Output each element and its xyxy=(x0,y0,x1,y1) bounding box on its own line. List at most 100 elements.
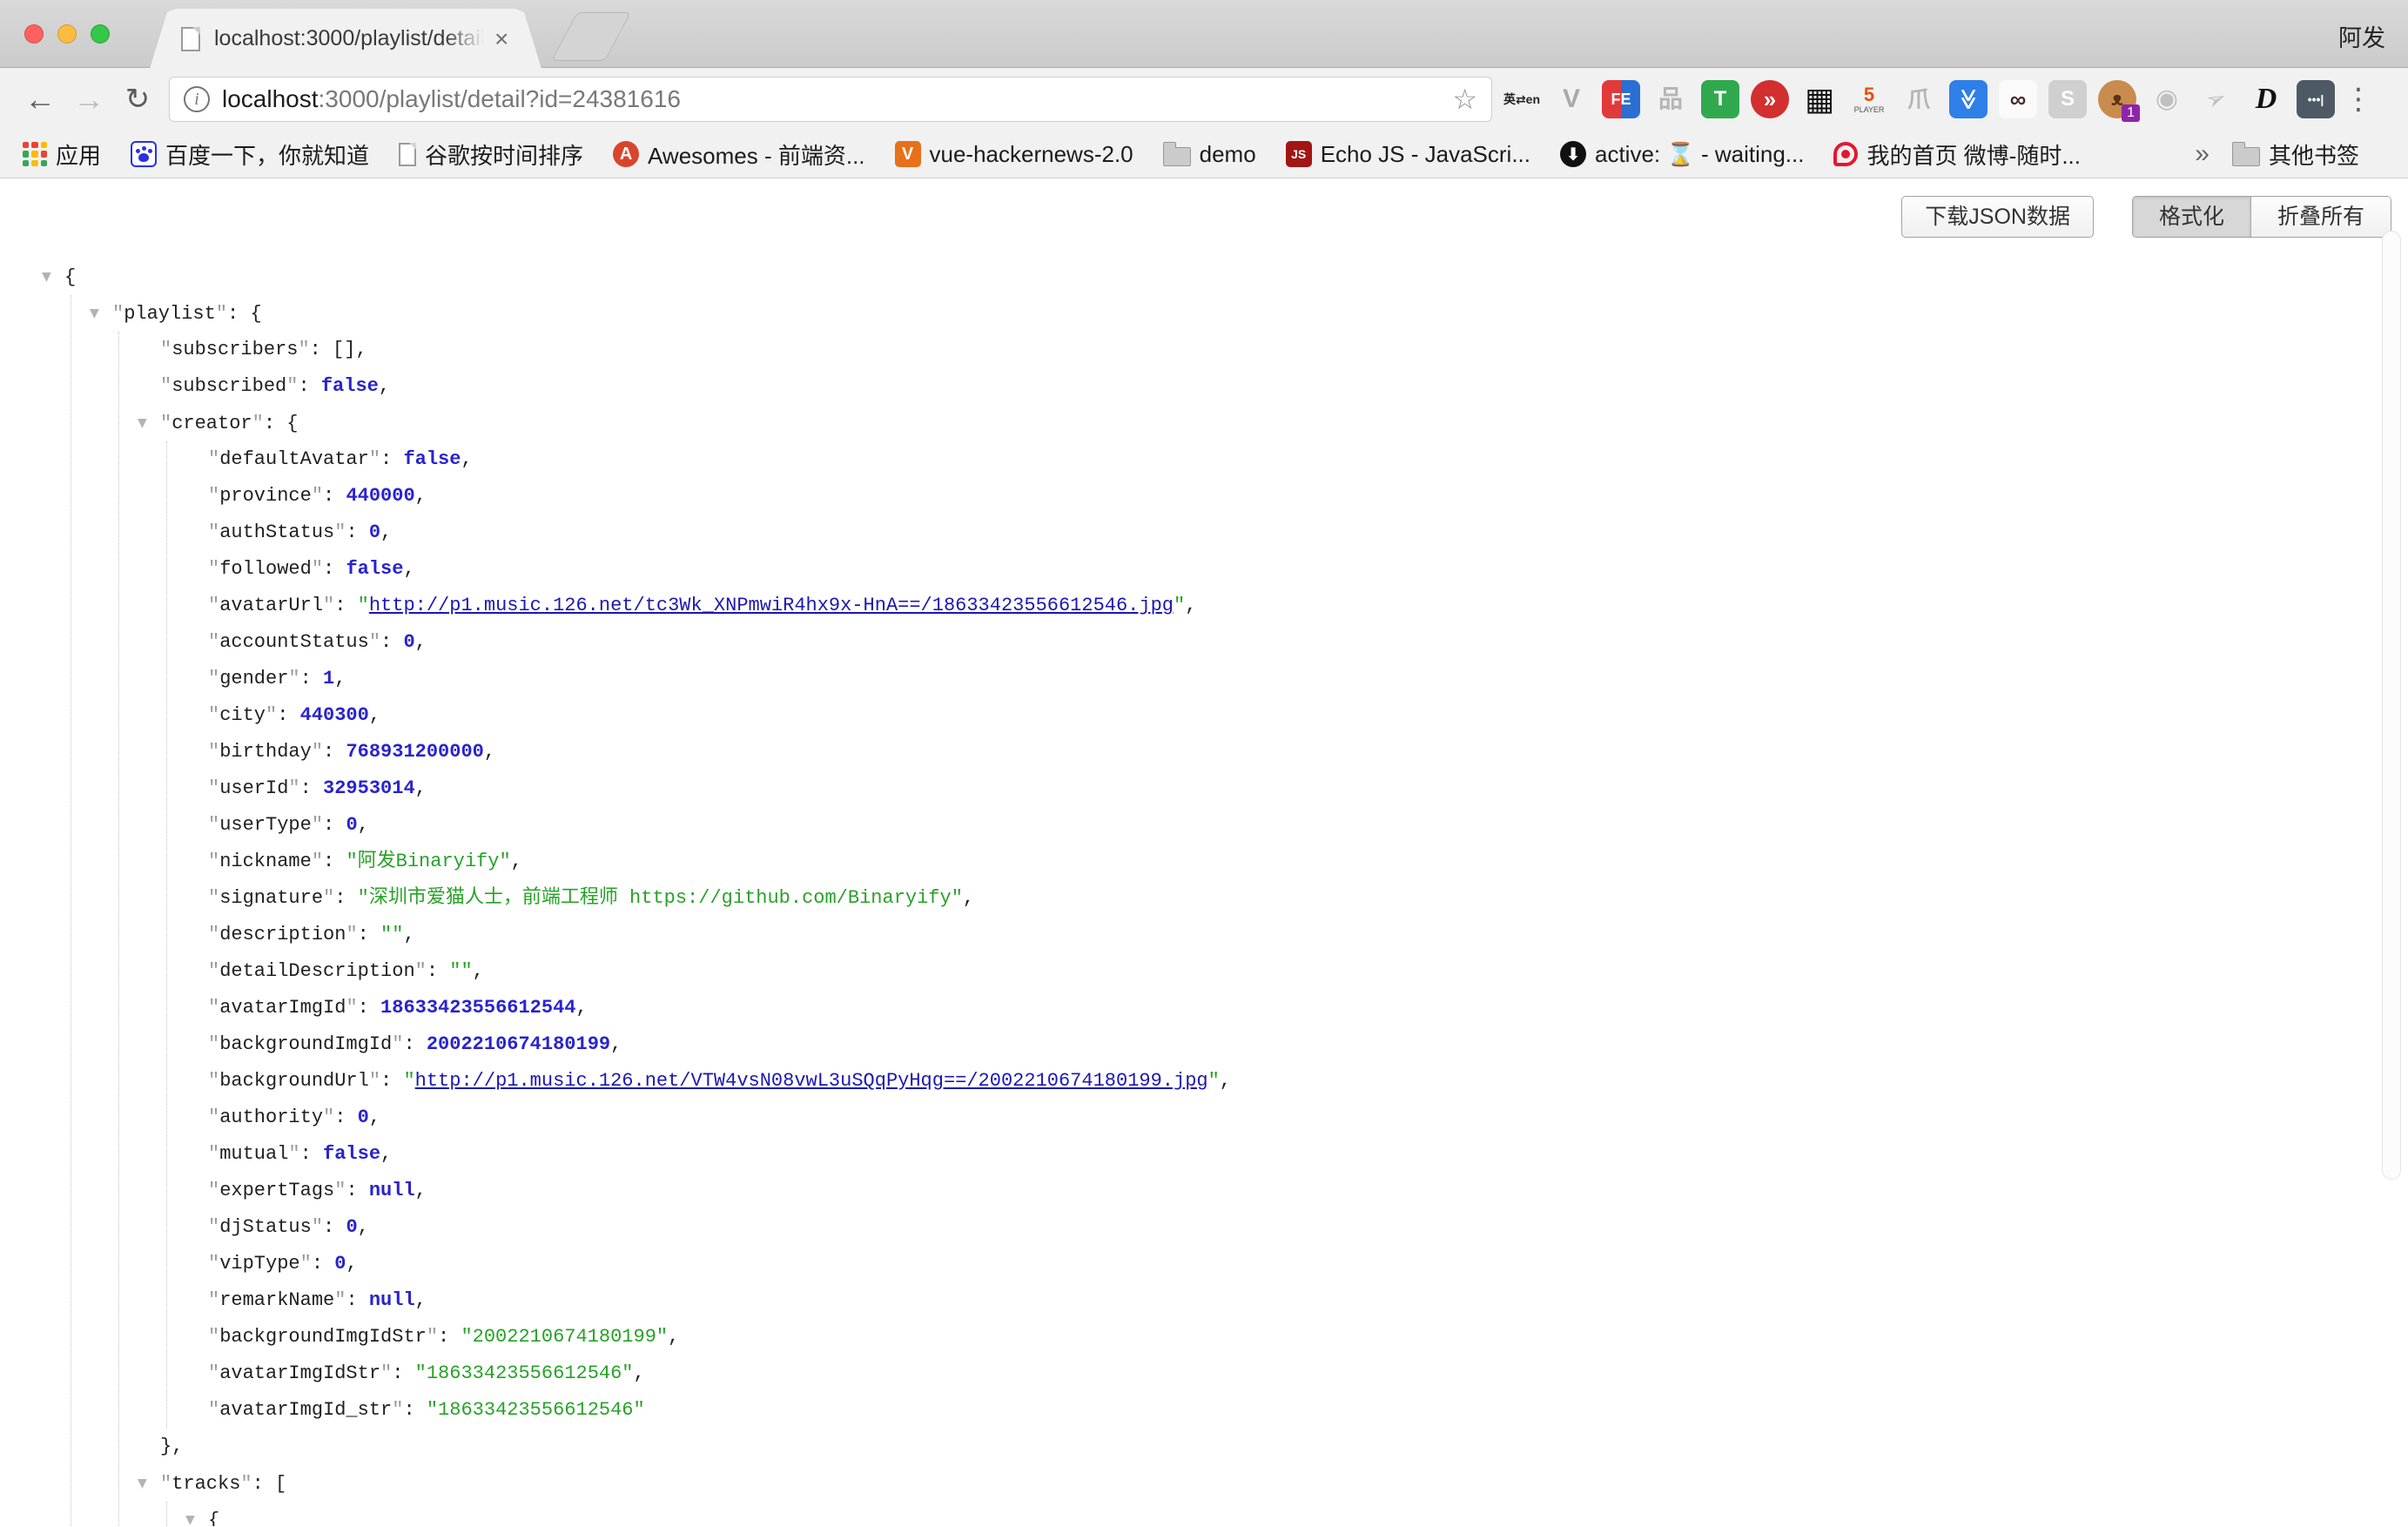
json-value: 32953014 xyxy=(323,777,415,799)
json-comma: , xyxy=(358,1216,369,1238)
json-row: ▼"creator": { xyxy=(138,405,2408,441)
json-comma: , xyxy=(963,887,974,909)
json-string-quote: " xyxy=(358,595,369,616)
json-node: ▼{▼"playlist": {"subscribers": [],"subsc… xyxy=(42,259,2408,1526)
json-colon: : xyxy=(277,704,299,726)
json-node: "detailDescription": "", xyxy=(185,953,2408,990)
json-row: "backgroundImgId": 2002210674180199, xyxy=(185,1026,2408,1063)
bookmark-star-icon[interactable]: ☆ xyxy=(1452,83,1477,116)
collapse-toggle-icon[interactable]: ▼ xyxy=(138,1465,160,1502)
reload-button[interactable]: ↻ xyxy=(113,84,162,114)
bookmark-active[interactable]: ⬇active: ⌛ - waiting... xyxy=(1560,141,1804,168)
sitemap-icon[interactable]: 品 xyxy=(1651,80,1690,118)
json-colon: : xyxy=(264,413,286,434)
tampermonkey-icon[interactable]: T xyxy=(1701,80,1739,118)
collapse-all-button[interactable]: 折叠所有 xyxy=(2251,197,2391,237)
bookmark-apps[interactable]: 应用 xyxy=(23,138,101,171)
collapse-toggle-icon[interactable]: ▼ xyxy=(90,295,112,332)
json-node: "avatarImgId_str": "18633423556612546" xyxy=(185,1392,2408,1429)
ellipsis-box-icon[interactable]: •••| xyxy=(2297,80,2335,118)
chrome-menu-icon[interactable]: ⋮ xyxy=(2344,84,2373,114)
download-json-button[interactable]: 下载JSON数据 xyxy=(1901,196,2094,238)
json-row: "signature": "深圳市爱猫人士，前端工程师 https://gith… xyxy=(185,880,2408,917)
minimize-window-button[interactable] xyxy=(57,24,77,44)
qrcode-icon[interactable]: ▦ xyxy=(1800,80,1839,118)
json-colon: : xyxy=(252,1473,275,1495)
json-key: backgroundImgIdStr xyxy=(219,1326,427,1348)
json-key-quote: " xyxy=(427,1326,438,1348)
double-down-icon[interactable]: ≫ xyxy=(1949,80,1988,118)
json-colon: : xyxy=(323,1216,346,1238)
zoom-window-button[interactable] xyxy=(91,24,110,44)
json-value: 440300 xyxy=(300,704,369,726)
address-bar[interactable]: i localhost:3000/playlist/detail?id=2438… xyxy=(169,77,1492,122)
json-colon: : xyxy=(346,1180,368,1201)
json-value: 0 xyxy=(403,631,414,653)
s-icon[interactable]: S xyxy=(2048,80,2087,118)
html5-player-icon[interactable]: 5PLAYER xyxy=(1850,80,1888,118)
bookmarks-overflow-icon[interactable]: » xyxy=(2195,139,2210,169)
json-key-quote: " xyxy=(160,413,172,434)
bookmark-awesomes[interactable]: AAwesomes - 前端资... xyxy=(613,138,864,171)
json-row: "followed": false, xyxy=(185,551,2408,588)
json-key: subscribed xyxy=(172,375,286,397)
close-window-button[interactable] xyxy=(24,24,44,44)
json-key-quote: " xyxy=(208,777,219,799)
json-value: 0 xyxy=(346,1216,357,1238)
json-colon: : xyxy=(323,558,346,580)
json-row: ▼"playlist": { xyxy=(90,295,2408,332)
monkey-icon[interactable]: ᴥ1 xyxy=(2098,80,2136,118)
collapse-toggle-icon[interactable]: ▼ xyxy=(42,259,64,295)
mask-icon[interactable]: ∞ xyxy=(1999,80,2037,118)
json-comma: , xyxy=(668,1326,679,1348)
scrollbar-thumb[interactable] xyxy=(2382,231,2401,1180)
json-comma: , xyxy=(379,375,390,397)
json-key: city xyxy=(219,704,266,726)
url-host: localhost xyxy=(222,85,319,112)
json-comma: , xyxy=(484,741,495,763)
json-row: ▼{ xyxy=(185,1502,2408,1526)
back-button[interactable]: ← xyxy=(16,84,64,115)
json-key-quote: " xyxy=(208,668,219,690)
json-node: "province": 440000, xyxy=(185,478,2408,515)
translate-icon[interactable]: 英⇄en xyxy=(1503,80,1541,118)
collapse-toggle-icon[interactable]: ▼ xyxy=(185,1502,208,1526)
dark-d-icon[interactable]: D xyxy=(2247,80,2285,118)
json-node: "followed": false, xyxy=(185,551,2408,588)
tab-close-icon[interactable]: × xyxy=(494,27,508,51)
json-row: "userType": 0, xyxy=(185,807,2408,844)
json-row: ▼{ xyxy=(42,259,2408,295)
browser-tab[interactable]: localhost:3000/playlist/detail? × xyxy=(150,9,541,69)
json-key-quote: " xyxy=(286,375,298,397)
url-text[interactable]: localhost:3000/playlist/detail?id=243816… xyxy=(222,85,1452,113)
bookmark-vue-hackernews[interactable]: Vvue-hackernews-2.0 xyxy=(895,141,1133,168)
bookmark-weibo[interactable]: 我的首页 微博-随时... xyxy=(1833,138,2081,171)
json-node: ▼{ xyxy=(185,1502,2408,1526)
bookmark-google-sort[interactable]: 谷歌按时间排序 xyxy=(399,138,583,171)
json-link[interactable]: http://p1.music.126.net/VTW4vsN08vwL3uSQ… xyxy=(415,1070,1208,1092)
paw-icon[interactable]: 爪 xyxy=(1900,80,1938,118)
page-controls: 下载JSON数据 格式化 折叠所有 xyxy=(1901,196,2391,238)
bookmark-baidu[interactable]: 百度一下，你就知道 xyxy=(131,138,369,171)
json-key: djStatus xyxy=(219,1216,312,1238)
weibo-gray-icon[interactable]: ◉ xyxy=(2148,80,2186,118)
hummingbird-icon[interactable]: ➢ xyxy=(2197,80,2236,118)
page-info-icon[interactable]: i xyxy=(184,86,210,112)
bookmark-demo[interactable]: demo xyxy=(1163,141,1256,168)
json-node: "authStatus": 0, xyxy=(185,515,2408,551)
profile-name[interactable]: 阿发 xyxy=(2338,19,2385,53)
format-button[interactable]: 格式化 xyxy=(2133,197,2251,237)
json-row: "nickname": "阿发Binaryify", xyxy=(185,844,2408,880)
json-comma: , xyxy=(358,814,369,836)
collapse-toggle-icon[interactable]: ▼ xyxy=(138,405,160,441)
json-row: "vipType": 0, xyxy=(185,1246,2408,1282)
fe-icon[interactable]: FE xyxy=(1602,80,1640,118)
vue-devtools-icon[interactable]: V xyxy=(1552,80,1591,118)
new-tab-button[interactable] xyxy=(551,12,631,61)
json-row: "remarkName": null, xyxy=(185,1282,2408,1319)
other-bookmarks-folder[interactable]: 其他书签 xyxy=(2232,138,2359,171)
bookmark-echojs[interactable]: JSEcho JS - JavaScri... xyxy=(1286,141,1530,168)
json-string-quote: " xyxy=(1174,595,1185,616)
fast-forward-icon[interactable]: » xyxy=(1751,80,1789,118)
json-link[interactable]: http://p1.music.126.net/tc3Wk_XNPmwiR4hx… xyxy=(369,595,1174,616)
